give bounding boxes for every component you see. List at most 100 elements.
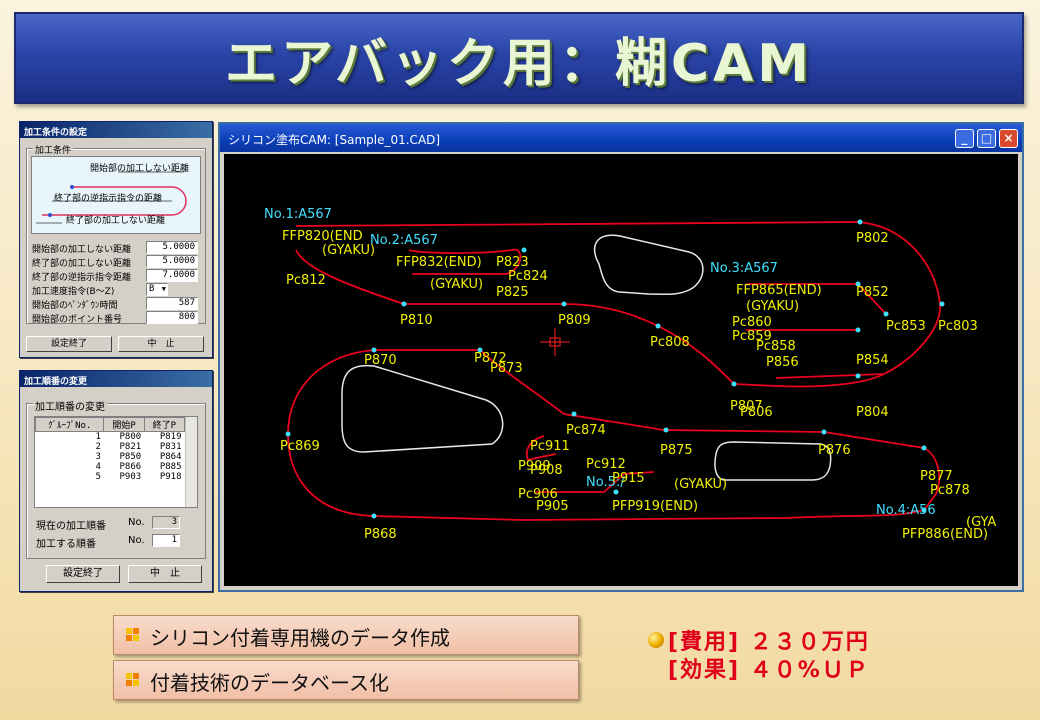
- order-dialog-title: 加工順番の変更: [20, 371, 212, 387]
- condition-dialog-title: 加工条件の設定: [20, 122, 212, 138]
- chevron-down-icon[interactable]: ▼: [162, 284, 166, 295]
- new-order-no-label: No.: [128, 535, 145, 546]
- condition-label-3: 終了部の逆指示指令距離: [32, 273, 132, 283]
- point-label: (GYAKU): [430, 277, 483, 292]
- crosshair-cursor: [540, 328, 570, 356]
- speed-command-select[interactable]: B ▼: [146, 283, 168, 296]
- pen-down-time-input[interactable]: 587: [146, 297, 198, 310]
- order-list-scrollbar[interactable]: [185, 417, 197, 507]
- point-label: (GYAKU): [322, 243, 375, 258]
- end-skip-distance-input[interactable]: 5.0000: [146, 255, 198, 268]
- start-point: P850: [119, 452, 142, 462]
- group-no: 2: [95, 442, 101, 452]
- end-reverse-distance-input[interactable]: 7.0000: [146, 269, 198, 282]
- point-label: P876: [818, 443, 851, 458]
- point-label: P872: [474, 351, 507, 366]
- start-skip-distance-input[interactable]: 5.0000: [146, 241, 198, 254]
- point-label: Pc912: [586, 457, 626, 472]
- point-label: P802: [856, 231, 889, 246]
- order-group-label: 加工順番の変更: [33, 398, 107, 413]
- condition-group-label: 加工条件: [33, 143, 74, 156]
- point-label: P905: [536, 499, 569, 514]
- condition-label-5: 開始部のﾍﾟﾝﾀﾞｳﾝ時間: [32, 301, 118, 311]
- point-label: P854: [856, 353, 889, 368]
- point-label: Pc824: [508, 269, 548, 284]
- point-label: P870: [364, 353, 397, 368]
- column-start-point[interactable]: 開始P: [103, 417, 145, 432]
- diagram-label-start: 開始部の加工しない距離: [90, 164, 190, 174]
- point-label: PFP886(END): [902, 527, 988, 542]
- point-label: FFP865(END): [736, 283, 822, 298]
- bullet-icon: [126, 673, 140, 687]
- effect-result: [効果] ４０%ＵＰ: [668, 658, 870, 683]
- column-end-point[interactable]: 終了P: [143, 417, 186, 432]
- table-row[interactable]: 4 P866 P885: [36, 462, 185, 472]
- obstacle-shape-1: [593, 234, 704, 296]
- point-label: PFP919(END): [612, 499, 698, 514]
- cad-drawing[interactable]: No.1:A567 No.2:A567 No.3:A567 No.4:A56 N…: [224, 154, 1018, 586]
- order-cancel-button[interactable]: 中 止: [128, 565, 202, 583]
- point-label: Pc812: [286, 273, 326, 288]
- table-row[interactable]: 2 P821 P831: [36, 442, 185, 452]
- order-dialog: 加工順番の変更 加工順番の変更 ｸﾞﾙｰﾌﾟNo. 開始P 終了P 1 P800 P…: [19, 370, 213, 592]
- point-label: Pc803: [938, 319, 978, 334]
- point-label: (GYAKU): [674, 477, 727, 492]
- point-label: Pc869: [280, 439, 320, 454]
- start-point: P821: [119, 442, 142, 452]
- start-point-number-input[interactable]: 800: [146, 311, 198, 324]
- cad-window-title: シリコン塗布CAM: [Sample_01.CAD]: [228, 133, 441, 147]
- point-label: P868: [364, 527, 397, 542]
- diagram-label-end: 終了部の加工しない距離: [66, 216, 166, 226]
- maximize-button[interactable]: □: [977, 129, 996, 148]
- end-point: P819: [159, 432, 182, 442]
- point-label: P908: [530, 463, 563, 478]
- column-group-no[interactable]: ｸﾞﾙｰﾌﾟNo.: [34, 417, 105, 432]
- current-order-value: 3: [152, 516, 180, 529]
- page-title: エアバック用：糊CAM: [224, 33, 814, 94]
- condition-label-6: 開始部のポイント番号: [32, 315, 123, 325]
- point-label: P852: [856, 285, 889, 300]
- table-row[interactable]: 1 P800 P819: [36, 432, 185, 443]
- condition-ok-button[interactable]: 設定終了: [26, 336, 112, 352]
- point-label: Pc911: [530, 439, 570, 454]
- minimize-button[interactable]: _: [955, 129, 974, 148]
- start-point: P903: [119, 472, 142, 482]
- end-point: P885: [159, 462, 182, 472]
- cad-canvas[interactable]: No.1:A567 No.2:A567 No.3:A567 No.4:A56 N…: [224, 154, 1018, 586]
- diagram-label-reverse: 終了部の逆指示指令の距離: [54, 194, 163, 204]
- order-ok-button[interactable]: 設定終了: [46, 565, 120, 583]
- point-label: P823: [496, 255, 529, 270]
- point-label: P810: [400, 313, 433, 328]
- point-label: Pc808: [650, 335, 690, 350]
- obstacle-shape-3: [714, 441, 832, 481]
- point-labels: FFP820(END (GYAKU) Pc812 FFP832(END) (GY…: [280, 229, 996, 542]
- condition-cancel-button[interactable]: 中 止: [118, 336, 204, 352]
- end-point: P918: [159, 472, 182, 482]
- point-label: P804: [856, 405, 889, 420]
- point-label: P809: [558, 313, 591, 328]
- close-button[interactable]: ×: [999, 129, 1018, 148]
- order-list[interactable]: ｸﾞﾙｰﾌﾟNo. 開始P 終了P 1 P800 P819 2 P821 P831 3 P…: [34, 416, 198, 508]
- table-row[interactable]: 3 P850 P864: [36, 452, 185, 462]
- start-point: P800: [119, 432, 142, 442]
- point-label: Pc874: [566, 423, 606, 438]
- point-label: P825: [496, 285, 529, 300]
- cad-window-titlebar: シリコン塗布CAM: [Sample_01.CAD]: [220, 124, 1022, 152]
- condition-label-1: 開始部の加工しない距離: [32, 245, 132, 255]
- condition-label-2: 終了部の加工しない距離: [32, 259, 132, 269]
- point-label: Pc853: [886, 319, 926, 334]
- end-point: P864: [159, 452, 182, 462]
- obstacle-shape-2: [341, 364, 504, 453]
- new-order-label: 加工する順番: [36, 539, 96, 550]
- current-order-label: 現在の加工順番: [36, 521, 106, 532]
- group-no: 3: [95, 452, 101, 462]
- group-no: 4: [95, 462, 101, 472]
- point-label: P915: [612, 471, 645, 486]
- current-order-no-label: No.: [128, 517, 145, 528]
- title-banner: エアバック用：糊CAM: [14, 12, 1024, 104]
- point-label: Pc878: [930, 483, 970, 498]
- cad-window: シリコン塗布CAM: [Sample_01.CAD] _ □ × No.1:A5…: [218, 122, 1024, 592]
- new-order-input[interactable]: 1: [152, 534, 180, 547]
- table-row[interactable]: 5 P903 P918: [36, 472, 185, 482]
- group-label-3: No.3:A567: [710, 261, 778, 276]
